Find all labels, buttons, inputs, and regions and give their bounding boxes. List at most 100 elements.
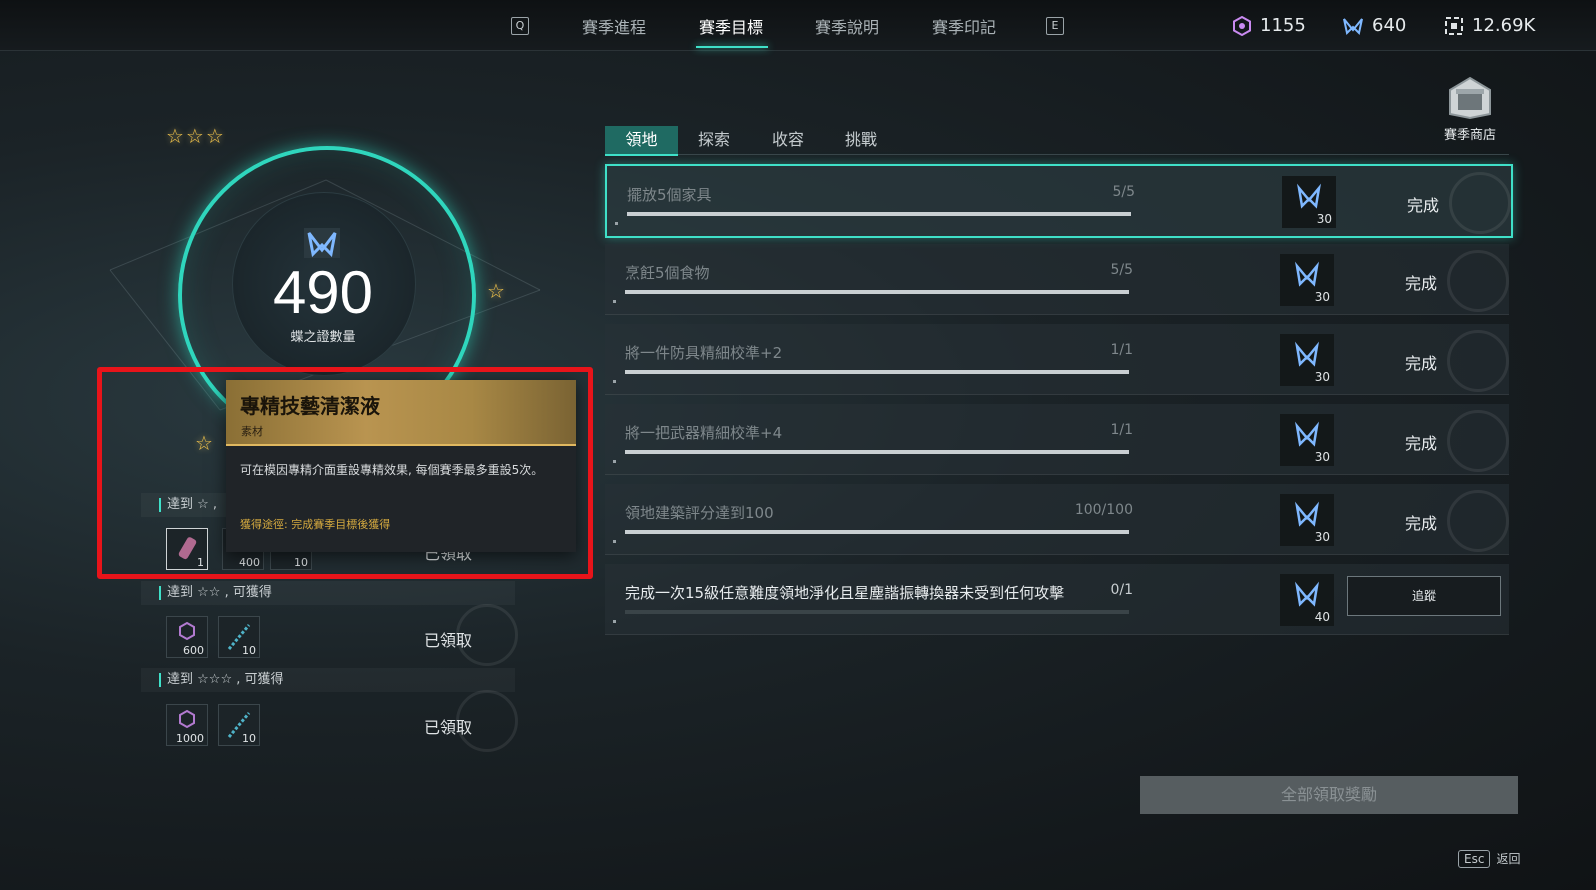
task-row[interactable]: 將一件防具精細校準+2 1/1 30 完成 <box>605 324 1509 395</box>
task-status: 完成 <box>1405 274 1438 293</box>
check-icon <box>1447 330 1509 392</box>
one-star-marker: ☆ <box>487 279 505 303</box>
butterfly-icon <box>1295 581 1319 607</box>
task-progress-fill <box>625 450 1129 454</box>
task-reward-amount: 40 <box>1314 610 1330 624</box>
tab-season-progress[interactable]: 賽季進程 <box>582 14 646 38</box>
hex-token-icon <box>1233 15 1251 36</box>
task-progress: 5/5 <box>1112 184 1135 200</box>
task-reward-amount: 30 <box>1314 450 1330 464</box>
task-dot <box>613 300 616 303</box>
task-dot <box>613 540 616 543</box>
task-reward: 30 <box>1280 414 1334 466</box>
butterfly-icon <box>1295 341 1319 367</box>
check-icon <box>1447 250 1509 312</box>
task-status: 完成 <box>1405 434 1438 453</box>
task-dot <box>613 460 616 463</box>
task-progress-bar <box>625 370 1129 374</box>
check-icon <box>1447 410 1509 472</box>
task-row[interactable]: 領地建築評分達到100 100/100 30 完成 <box>605 484 1509 555</box>
task-progress: 1/1 <box>1110 342 1133 358</box>
next-tab-key[interactable]: E <box>1046 17 1064 35</box>
task-dot <box>613 620 616 623</box>
back-hint[interactable]: Esc 返回 <box>1458 850 1520 868</box>
task-progress-bar <box>625 530 1129 534</box>
tab-explore[interactable]: 探索 <box>680 126 748 154</box>
butterfly-icon <box>1295 421 1319 447</box>
task-row[interactable]: 將一把武器精細校準+4 1/1 30 完成 <box>605 404 1509 475</box>
butterfly-icon <box>1295 261 1319 287</box>
task-progress: 5/5 <box>1110 262 1133 278</box>
tab-territory[interactable]: 領地 <box>605 126 678 156</box>
task-reward-amount: 30 <box>1314 530 1330 544</box>
task-progress-bar <box>627 212 1131 216</box>
task-name: 烹飪5個食物 <box>625 264 710 282</box>
reward-item-feather[interactable]: 10 <box>218 704 260 746</box>
task-reward: 30 <box>1280 334 1334 386</box>
task-reward: 40 <box>1280 574 1334 626</box>
emblem-count: 490 <box>272 259 374 326</box>
task-row[interactable]: 烹飪5個食物 5/5 30 完成 <box>605 244 1509 315</box>
reward-header-3: 達到 ☆☆☆ , 可獲得 <box>141 668 515 692</box>
currency-frame-value: 12.69K <box>1472 15 1536 36</box>
task-name: 將一把武器精細校準+4 <box>625 424 783 442</box>
task-progress: 1/1 <box>1110 422 1133 438</box>
task-status: 完成 <box>1407 196 1440 215</box>
back-label: 返回 <box>1496 852 1521 866</box>
claim-all-button[interactable]: 全部領取獎勵 <box>1140 776 1518 814</box>
butterfly-icon <box>1295 501 1319 527</box>
task-dot <box>613 380 616 383</box>
reward-header-2-text: 達到 ☆☆ , 可獲得 <box>167 585 272 600</box>
shop-label: 賽季商店 <box>1443 128 1496 143</box>
task-dot <box>615 222 618 225</box>
frame-icon <box>1445 16 1463 35</box>
active-tab-indicator <box>696 46 768 48</box>
season-shop-button[interactable]: 賽季商店 <box>1440 76 1500 143</box>
shop-icon <box>1449 76 1491 120</box>
task-progress: 100/100 <box>1074 502 1133 518</box>
task-progress: 0/1 <box>1110 582 1133 598</box>
currency-hex-value: 1155 <box>1260 15 1306 36</box>
task-row[interactable]: 擺放5個家具 5/5 30 完成 <box>605 164 1513 238</box>
task-name: 擺放5個家具 <box>627 186 712 204</box>
hex-token-icon <box>179 621 195 641</box>
check-icon <box>1447 490 1509 552</box>
check-icon <box>456 604 518 666</box>
task-progress-fill <box>625 530 1129 534</box>
task-progress-bar <box>625 610 1129 614</box>
task-reward-amount: 30 <box>1314 370 1330 384</box>
reward-item-token[interactable]: 600 <box>166 616 208 658</box>
currency-frame: 12.69K <box>1444 15 1535 36</box>
reward-header-3-text: 達到 ☆☆☆ , 可獲得 <box>167 672 284 687</box>
task-reward: 30 <box>1282 176 1336 228</box>
task-status: 完成 <box>1405 514 1438 533</box>
butterfly-icon <box>1297 183 1321 209</box>
tab-season-goals[interactable]: 賽季目標 <box>699 14 763 38</box>
task-reward: 30 <box>1280 494 1334 546</box>
task-row[interactable]: 完成一次15級任意難度領地淨化且星塵諧振轉換器未受到任何攻擊 0/1 40 追蹤 <box>605 564 1509 635</box>
task-reward-amount: 30 <box>1314 290 1330 304</box>
currency-butterfly-value: 640 <box>1372 15 1407 36</box>
highlight-outline <box>97 367 593 579</box>
reward-item-token[interactable]: 1000 <box>166 704 208 746</box>
tab-containment[interactable]: 收容 <box>754 126 822 154</box>
task-progress-fill <box>625 290 1129 294</box>
three-star-marker: ☆☆☆ <box>166 124 226 148</box>
task-reward-amount: 30 <box>1316 212 1332 226</box>
task-status: 完成 <box>1405 354 1438 373</box>
butterfly-icon <box>1343 17 1363 35</box>
task-name: 領地建築評分達到100 <box>625 504 774 522</box>
task-reward: 30 <box>1280 254 1334 306</box>
butterfly-icon <box>304 228 340 258</box>
prev-tab-key[interactable]: Q <box>511 17 529 35</box>
task-progress-bar <box>625 450 1129 454</box>
tab-season-marks[interactable]: 賽季印記 <box>932 14 996 38</box>
emblem-label: 蝶之證數量 <box>290 330 356 345</box>
tab-season-info[interactable]: 賽季說明 <box>815 14 879 38</box>
task-name: 將一件防具精細校準+2 <box>625 344 783 362</box>
tab-challenge[interactable]: 挑戰 <box>827 126 895 154</box>
reward-item-feather[interactable]: 10 <box>218 616 260 658</box>
reward-header-2: 達到 ☆☆ , 可獲得 <box>141 581 515 605</box>
esc-key: Esc <box>1458 850 1491 868</box>
track-button[interactable]: 追蹤 <box>1347 576 1501 616</box>
